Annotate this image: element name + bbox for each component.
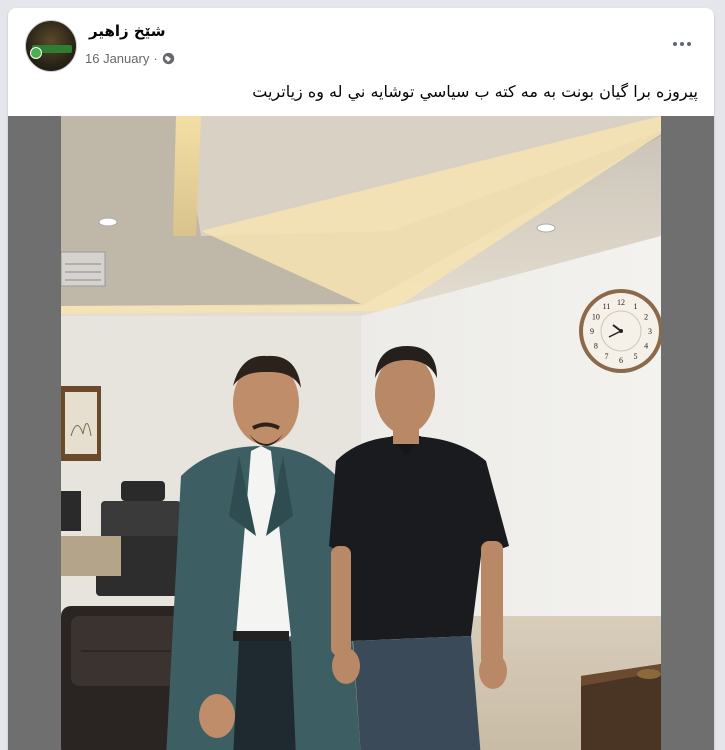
clock-numeral: 12 (617, 298, 625, 307)
clock-numeral: 1 (634, 302, 638, 311)
post-photo[interactable]: 12 1 2 3 4 5 6 7 8 9 10 11 (61, 116, 661, 750)
clock-numeral: 5 (634, 352, 638, 361)
post-caption: پیروزه برا گیان بونت به مه كته ب سیاسي ت… (252, 82, 698, 101)
clock-numeral: 6 (619, 356, 623, 365)
clock-numeral: 11 (603, 302, 611, 311)
author-name[interactable]: شێخ زاهیر (89, 22, 166, 40)
post-header: شێخ زاهیر 16 January · (8, 8, 714, 82)
more-options-icon[interactable] (668, 30, 696, 58)
clock-numeral: 4 (644, 342, 648, 351)
clock-numeral: 9 (590, 327, 594, 336)
post-date[interactable]: 16 January (85, 51, 149, 66)
clock-numeral: 3 (648, 327, 652, 336)
globe-icon (162, 52, 174, 64)
post-card: شێخ زاهیر 16 January · پیروزه برا گیان ب… (8, 8, 714, 750)
author-avatar[interactable] (25, 20, 77, 72)
photo-frame[interactable]: 12 1 2 3 4 5 6 7 8 9 10 11 (8, 116, 714, 750)
post-meta: 16 January · (85, 49, 175, 67)
avatar-badge-icon (30, 47, 42, 59)
meta-separator: · (153, 50, 158, 66)
wall-clock: 12 1234567891011 (579, 289, 661, 373)
office-photo-illustration: 12 1234567891011 (61, 116, 661, 750)
clock-numeral: 2 (644, 313, 648, 322)
clock-numeral: 8 (594, 342, 598, 351)
clock-numeral: 10 (592, 313, 600, 322)
clock-numeral: 7 (605, 352, 609, 361)
